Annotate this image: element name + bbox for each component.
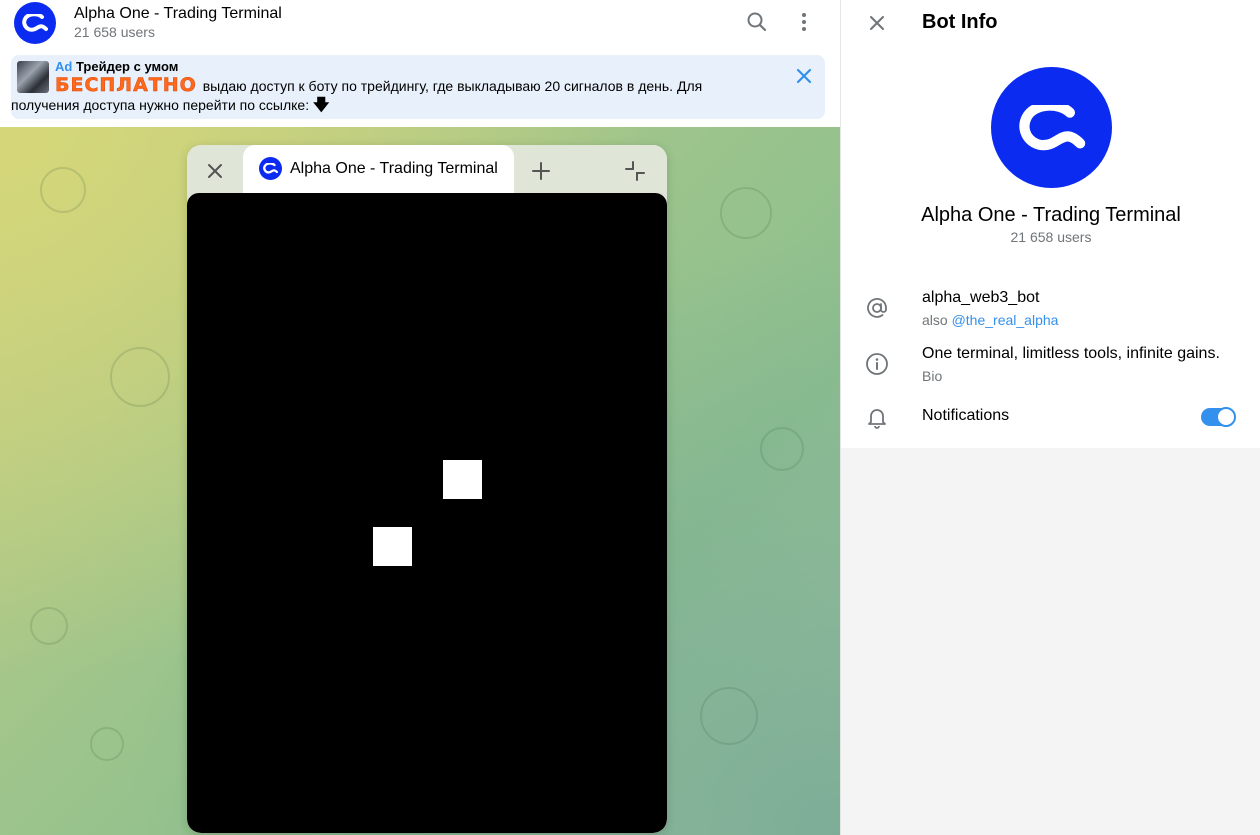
ad-header: Ad Трейдер с умом bbox=[55, 59, 178, 74]
bot-avatar[interactable] bbox=[991, 67, 1112, 188]
panel-close-button[interactable] bbox=[863, 9, 891, 37]
loading-square bbox=[373, 527, 412, 566]
mini-app-tab[interactable]: Alpha One - Trading Terminal bbox=[243, 145, 514, 193]
alpha-logo-icon bbox=[22, 14, 48, 32]
ad-text-line1: выдаю доступ к боту по трейдингу, где вы… bbox=[202, 78, 703, 94]
plus-icon bbox=[532, 162, 550, 180]
ad-close-button[interactable] bbox=[793, 65, 815, 87]
ad-text-line2: получения доступа нужно перейти по ссылк… bbox=[11, 97, 310, 113]
bot-info-panel: Bot Info Alpha One - Trading Terminal 21… bbox=[840, 0, 1260, 835]
alpha-logo-icon bbox=[259, 157, 282, 180]
ad-text-line2-wrap: получения доступа нужно перейти по ссылк… bbox=[11, 95, 329, 115]
username-row[interactable]: alpha_web3_bot also @the_real_alpha bbox=[841, 286, 1260, 338]
bell-icon bbox=[863, 403, 891, 431]
mini-app-content[interactable] bbox=[187, 193, 667, 833]
chat-avatar[interactable] bbox=[14, 2, 56, 44]
notifications-label: Notifications bbox=[922, 407, 1010, 424]
panel-title: Bot Info bbox=[922, 11, 998, 33]
bot-info-card: Bot Info Alpha One - Trading Terminal 21… bbox=[841, 0, 1260, 448]
bot-name: Alpha One - Trading Terminal bbox=[921, 204, 1181, 226]
bio-row[interactable]: One terminal, limitless tools, infinite … bbox=[841, 342, 1260, 394]
chat-title[interactable]: Alpha One - Trading Terminal bbox=[74, 5, 282, 23]
arrow-down-icon: 🡇 bbox=[313, 95, 330, 114]
more-vertical-icon bbox=[802, 13, 806, 31]
loading-square bbox=[443, 460, 482, 499]
search-icon bbox=[747, 12, 767, 32]
bot-alt-username: also @the_real_alpha bbox=[922, 312, 1058, 328]
mini-app-close-button[interactable] bbox=[201, 157, 229, 185]
more-button[interactable] bbox=[790, 8, 818, 36]
close-icon bbox=[208, 164, 222, 178]
chat-header[interactable]: Alpha One - Trading Terminal 21 658 user… bbox=[0, 0, 840, 50]
toggle-knob bbox=[1216, 407, 1236, 427]
collapse-button[interactable] bbox=[621, 157, 649, 185]
bot-username: alpha_web3_bot bbox=[922, 289, 1040, 306]
info-icon bbox=[863, 350, 891, 378]
close-icon bbox=[870, 16, 884, 30]
bot-bio: One terminal, limitless tools, infinite … bbox=[922, 345, 1220, 362]
notifications-toggle[interactable] bbox=[1201, 407, 1236, 427]
close-icon bbox=[796, 68, 812, 84]
mini-app-window: Alpha One - Trading Terminal bbox=[187, 145, 667, 833]
chat-member-count: 21 658 users bbox=[74, 24, 155, 40]
bio-label: Bio bbox=[922, 368, 943, 384]
collapse-icon bbox=[625, 161, 645, 181]
bot-user-count: 21 658 users bbox=[1010, 229, 1092, 245]
sponsored-message-bar[interactable]: Ad Трейдер с умом БЕСПЛАТНО выдаю доступ… bbox=[11, 55, 825, 119]
new-tab-button[interactable] bbox=[527, 157, 555, 185]
ad-highlight-text: БЕСПЛАТНО bbox=[55, 74, 197, 96]
mini-app-tab-title: Alpha One - Trading Terminal bbox=[290, 160, 498, 177]
also-prefix: also bbox=[922, 312, 948, 328]
ad-thumbnail bbox=[17, 61, 49, 93]
notifications-row[interactable]: Notifications bbox=[841, 400, 1260, 436]
alt-username-link[interactable]: @the_real_alpha bbox=[952, 312, 1059, 328]
mini-app-tab-bar: Alpha One - Trading Terminal bbox=[187, 145, 667, 193]
search-button[interactable] bbox=[743, 8, 771, 36]
ad-sponsor-name: Трейдер с умом bbox=[75, 59, 179, 74]
ad-text: БЕСПЛАТНО выдаю доступ к боту по трейдин… bbox=[11, 74, 785, 114]
at-sign-icon bbox=[863, 294, 891, 322]
alpha-logo-icon bbox=[1018, 104, 1085, 150]
ad-label: Ad bbox=[55, 59, 73, 74]
